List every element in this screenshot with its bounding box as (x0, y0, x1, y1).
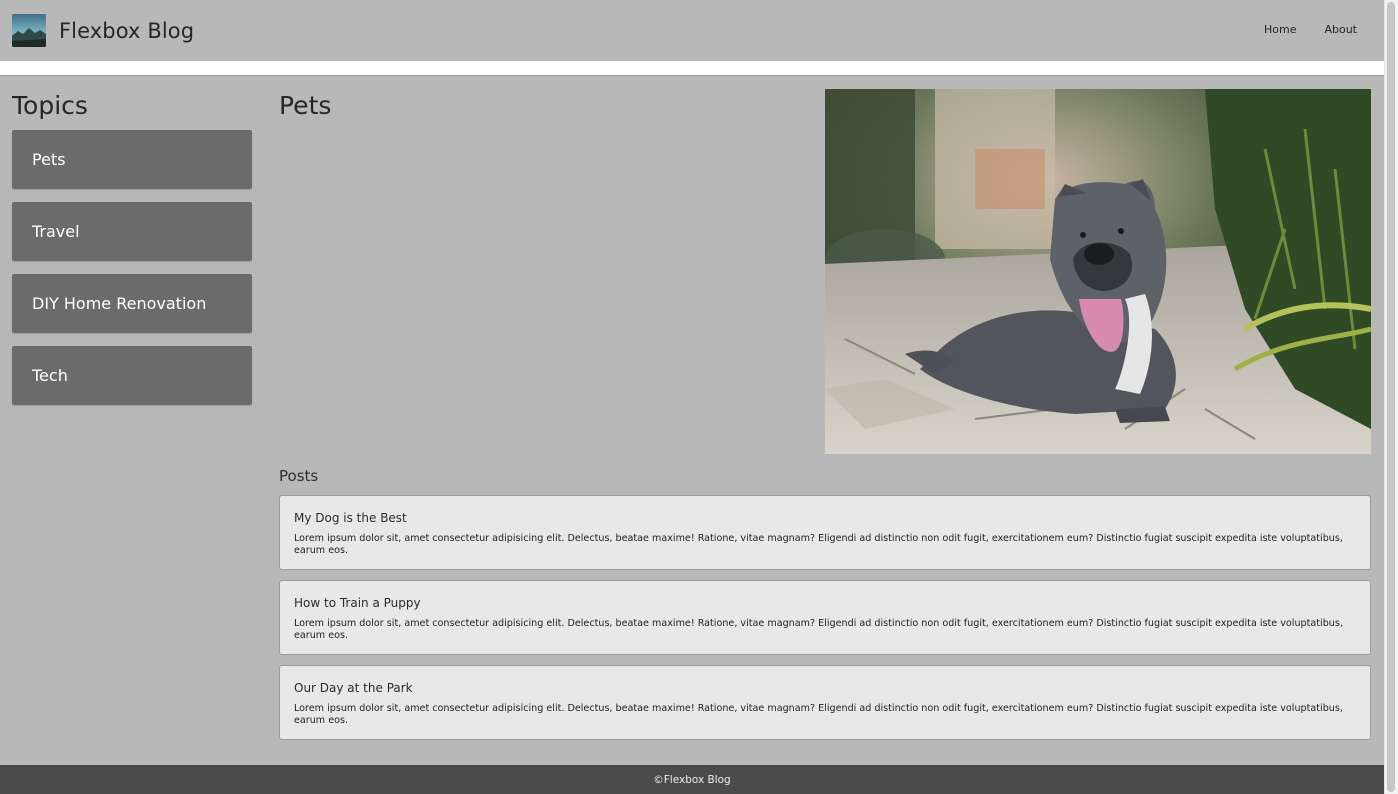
topic-button-pets[interactable]: Pets (12, 130, 252, 189)
post-card[interactable]: How to Train a Puppy Lorem ipsum dolor s… (279, 580, 1371, 655)
posts-heading: Posts (279, 467, 319, 485)
nav-home-link[interactable]: Home (1264, 23, 1296, 36)
post-title[interactable]: My Dog is the Best (294, 511, 1356, 525)
site-footer: ©Flexbox Blog (0, 765, 1384, 794)
post-excerpt: Lorem ipsum dolor sit, amet consectetur … (294, 533, 1343, 556)
topics-sidebar: Topics Pets Travel DIY Home Renovation T… (12, 90, 252, 418)
post-excerpt: Lorem ipsum dolor sit, amet consectetur … (294, 703, 1343, 726)
post-card[interactable]: My Dog is the Best Lorem ipsum dolor sit… (279, 495, 1371, 570)
top-header: Flexbox Blog Home About (0, 0, 1384, 61)
topic-button-tech[interactable]: Tech (12, 346, 252, 405)
page-title: Pets (279, 91, 332, 120)
topic-button-travel[interactable]: Travel (12, 202, 252, 261)
hero-dog-image (825, 89, 1371, 454)
scrollbar-thumb[interactable] (1387, 2, 1395, 792)
header-divider (0, 61, 1384, 76)
post-card[interactable]: Our Day at the Park Lorem ipsum dolor si… (279, 665, 1371, 740)
post-excerpt: Lorem ipsum dolor sit, amet consectetur … (294, 618, 1343, 641)
post-title[interactable]: How to Train a Puppy (294, 596, 1356, 610)
topic-button-diy-home-renovation[interactable]: DIY Home Renovation (12, 274, 252, 333)
main-nav: Home About (1264, 23, 1357, 36)
site-title[interactable]: Flexbox Blog (59, 19, 194, 43)
topics-heading: Topics (12, 91, 88, 120)
nav-about-link[interactable]: About (1324, 23, 1357, 36)
footer-copyright: ©Flexbox Blog (653, 773, 731, 786)
page: Flexbox Blog Home About Topics Pets Trav… (0, 0, 1384, 794)
site-logo[interactable] (12, 14, 46, 47)
posts-list: My Dog is the Best Lorem ipsum dolor sit… (279, 495, 1371, 750)
post-title[interactable]: Our Day at the Park (294, 681, 1356, 695)
